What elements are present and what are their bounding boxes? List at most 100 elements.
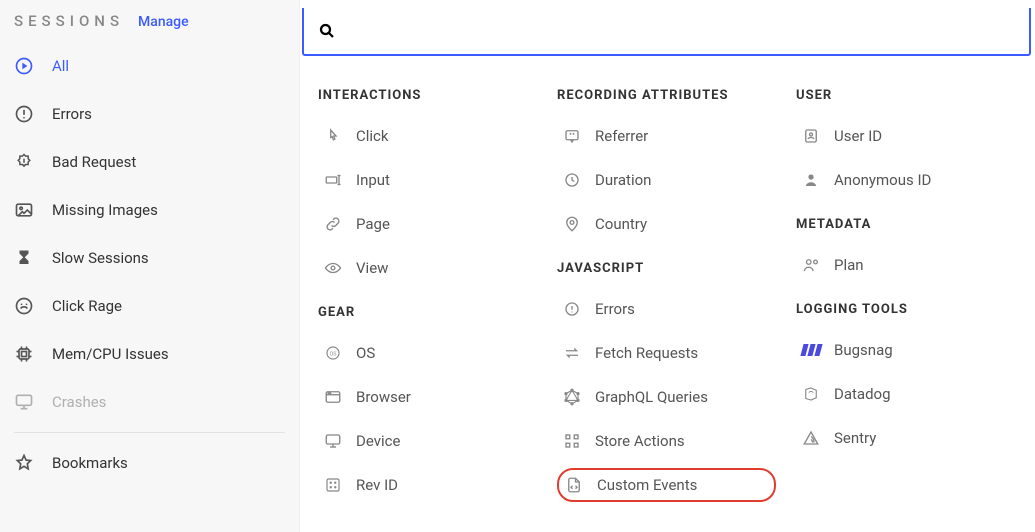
group-title-user: USER — [796, 84, 1015, 109]
option-label: Datadog — [834, 385, 891, 403]
sidebar-title: SESSIONS — [14, 12, 124, 30]
play-circle-icon — [14, 56, 34, 76]
file-code-icon — [565, 476, 583, 494]
svg-text:OS: OS — [330, 351, 337, 357]
hourglass-icon — [14, 248, 34, 268]
option-bugsnag[interactable]: Bugsnag — [796, 333, 1015, 367]
sidebar-item-label: Bad Request — [52, 153, 136, 171]
search-input[interactable] — [350, 8, 1015, 54]
option-label: Referrer — [595, 127, 648, 145]
sidebar-item-click-rage[interactable]: Click Rage — [0, 282, 299, 330]
option-label: Store Actions — [595, 432, 685, 450]
option-label: Custom Events — [597, 476, 697, 494]
sidebar-item-bad-request[interactable]: Bad Request — [0, 138, 299, 186]
option-label: Duration — [595, 171, 651, 189]
option-anonymous-id[interactable]: Anonymous ID — [796, 163, 1015, 197]
sidebar-item-crashes[interactable]: Crashes — [0, 378, 299, 426]
option-duration[interactable]: Duration — [557, 163, 776, 197]
option-label: Browser — [356, 388, 411, 406]
option-input[interactable]: Input — [318, 163, 537, 197]
option-label: User ID — [834, 127, 882, 145]
sidebar-item-slow-sessions[interactable]: Slow Sessions — [0, 234, 299, 282]
group-title-logging: LOGGING TOOLS — [796, 298, 1015, 323]
option-graphql[interactable]: GraphQL Queries — [557, 380, 776, 414]
option-label: Page — [356, 215, 390, 233]
option-click[interactable]: Click — [318, 119, 537, 153]
divider — [14, 432, 285, 433]
link-icon — [324, 215, 342, 233]
id-card-icon — [802, 127, 820, 145]
group-title-interactions: INTERACTIONS — [318, 84, 537, 109]
sidebar-item-label: Bookmarks — [52, 454, 128, 472]
option-sentry[interactable]: Sentry — [796, 421, 1015, 455]
sidebar-item-label: Errors — [52, 105, 92, 123]
datadog-icon — [802, 385, 820, 403]
pointer-icon — [324, 127, 342, 145]
option-label: View — [356, 259, 388, 277]
option-label: Rev ID — [356, 476, 398, 494]
sidebar-item-missing-images[interactable]: Missing Images — [0, 186, 299, 234]
option-label: Input — [356, 171, 390, 189]
bugsnag-icon — [802, 341, 820, 359]
group-title-recording: RECORDING ATTRIBUTES — [557, 84, 776, 109]
option-label: Fetch Requests — [595, 344, 698, 362]
option-view[interactable]: View — [318, 251, 537, 285]
option-plan[interactable]: Plan — [796, 248, 1015, 282]
sidebar-item-errors[interactable]: Errors — [0, 90, 299, 138]
option-label: Plan — [834, 256, 864, 274]
manage-link[interactable]: Manage — [138, 14, 189, 30]
option-user-id[interactable]: User ID — [796, 119, 1015, 153]
option-label: Anonymous ID — [834, 171, 931, 189]
monitor-x-icon — [14, 392, 34, 412]
option-label: OS — [356, 344, 375, 362]
search-bar[interactable] — [302, 8, 1031, 56]
swap-icon — [563, 344, 581, 362]
option-label: Country — [595, 215, 647, 233]
sentry-icon — [802, 429, 820, 447]
graphql-icon — [563, 388, 581, 406]
sidebar: SESSIONS Manage All Errors Bad Request — [0, 0, 300, 532]
option-custom-events[interactable]: Custom Events — [557, 468, 776, 502]
option-device[interactable]: Device — [318, 424, 537, 458]
option-browser[interactable]: Browser — [318, 380, 537, 414]
browser-icon — [324, 388, 342, 406]
group-title-metadata: METADATA — [796, 213, 1015, 238]
hash-box-icon — [324, 476, 342, 494]
sidebar-item-mem-cpu[interactable]: Mem/CPU Issues — [0, 330, 299, 378]
user-icon — [802, 171, 820, 189]
sidebar-item-bookmarks[interactable]: Bookmarks — [0, 439, 299, 487]
option-label: Click — [356, 127, 389, 145]
option-store-actions[interactable]: Store Actions — [557, 424, 776, 458]
device-icon — [324, 432, 342, 450]
location-icon — [563, 215, 581, 233]
option-label: Device — [356, 432, 400, 450]
option-referrer[interactable]: Referrer — [557, 119, 776, 153]
sidebar-item-label: Click Rage — [52, 297, 122, 315]
group-title-gear: GEAR — [318, 301, 537, 326]
sidebar-item-all[interactable]: All — [0, 42, 299, 90]
option-page[interactable]: Page — [318, 207, 537, 241]
main-panel: INTERACTIONS Click Input — [300, 0, 1035, 532]
option-js-errors[interactable]: Errors — [557, 292, 776, 326]
option-os[interactable]: OS OS — [318, 336, 537, 370]
star-icon — [14, 453, 34, 473]
alert-circle-icon — [563, 300, 581, 318]
sidebar-item-label: Mem/CPU Issues — [52, 345, 169, 363]
eye-icon — [324, 259, 342, 277]
image-icon — [14, 200, 34, 220]
option-label: Errors — [595, 300, 635, 318]
angry-face-icon — [14, 296, 34, 316]
sidebar-item-label: Crashes — [52, 393, 106, 411]
option-country[interactable]: Country — [557, 207, 776, 241]
grid-icon — [563, 432, 581, 450]
search-suggestions: INTERACTIONS Click Input — [302, 60, 1031, 532]
quote-icon — [563, 127, 581, 145]
option-fetch[interactable]: Fetch Requests — [557, 336, 776, 370]
sidebar-item-label: Missing Images — [52, 201, 158, 219]
option-rev-id[interactable]: Rev ID — [318, 468, 537, 502]
option-datadog[interactable]: Datadog — [796, 377, 1015, 411]
search-icon — [318, 22, 336, 40]
badge-alert-icon — [14, 152, 34, 172]
os-icon: OS — [324, 344, 342, 362]
alert-circle-icon — [14, 104, 34, 124]
